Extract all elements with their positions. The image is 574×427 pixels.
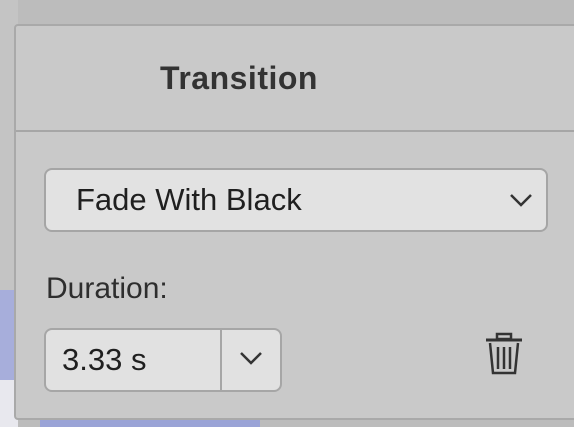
chevron-down-icon — [496, 170, 546, 230]
duration-dropdown-button[interactable] — [222, 330, 280, 390]
panel-header: Transition — [16, 26, 574, 132]
panel-title: Transition — [160, 59, 318, 96]
duration-value: 3.33 s — [62, 342, 147, 377]
chevron-down-icon — [238, 350, 264, 371]
delete-button[interactable] — [480, 330, 528, 382]
transition-type-select[interactable]: Fade With Black — [44, 168, 548, 232]
trash-icon — [484, 332, 524, 381]
duration-control: 3.33 s — [44, 328, 282, 392]
duration-label: Duration: — [46, 272, 168, 305]
transition-type-value: Fade With Black — [76, 182, 302, 217]
duration-input[interactable]: 3.33 s — [46, 330, 222, 390]
transition-panel: Transition Fade With Black Duration: 3.3… — [14, 24, 574, 420]
